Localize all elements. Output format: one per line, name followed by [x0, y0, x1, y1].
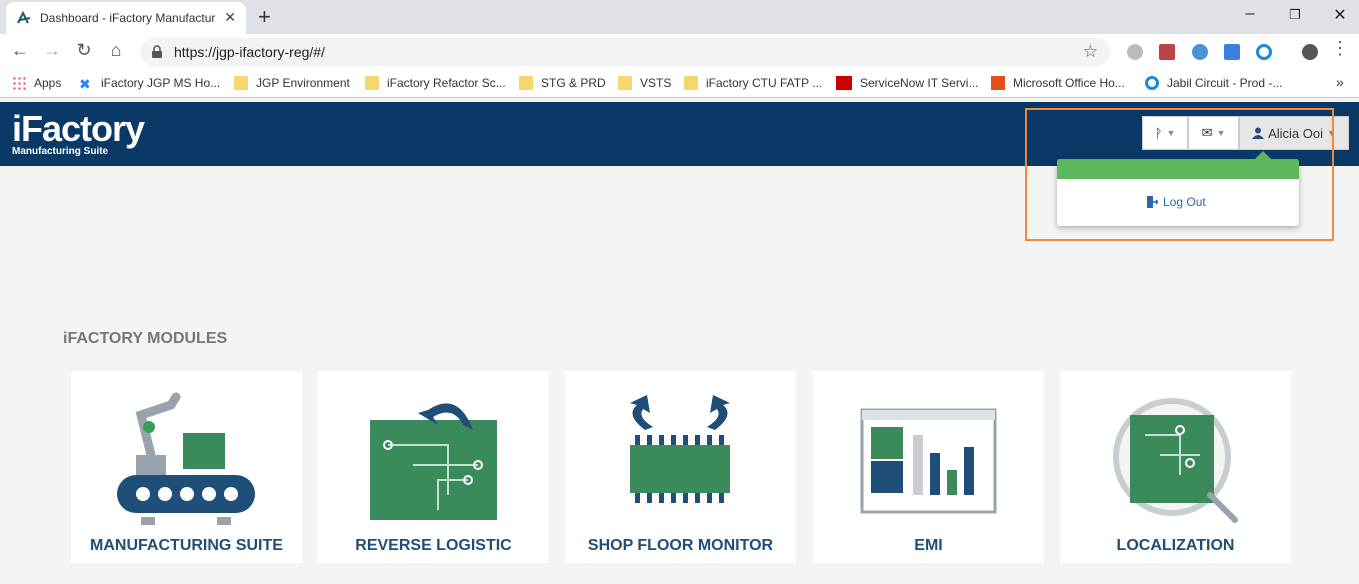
folder-icon: [365, 76, 379, 90]
bookmarks-bar: Apps ✖ iFactory JGP MS Ho... JGP Environ…: [0, 70, 1359, 98]
chip-arrows-icon: [630, 395, 730, 503]
ifactory-favicon-icon: [17, 10, 31, 24]
back-arrow-icon[interactable]: ←: [8, 40, 32, 61]
bookmark-star-icon[interactable]: ☆: [1083, 42, 1098, 62]
bookmark-apps[interactable]: Apps: [12, 76, 61, 90]
module-card-manufacturing-suite[interactable]: MANUFACTURING SUITE: [71, 371, 302, 563]
logo-main: iFactory: [12, 108, 145, 149]
bookmarks-overflow-icon[interactable]: »: [1336, 74, 1344, 90]
extension-pdf-icon[interactable]: [1159, 44, 1175, 60]
bookmark-label: Jabil Circuit - Prod -...: [1167, 76, 1283, 90]
close-window-icon[interactable]: ✕: [1330, 5, 1350, 25]
magnifier-board-icon: [1113, 398, 1238, 523]
bar-chart-window-icon: [860, 408, 997, 514]
extension-grey-icon[interactable]: [1127, 44, 1143, 60]
bookmark-servicenow[interactable]: ServiceNow IT Servi...: [836, 76, 978, 90]
extension-circle-icon[interactable]: [1256, 44, 1272, 60]
module-label: SHOP FLOOR MONITOR: [587, 537, 774, 554]
bookmark-label: STG & PRD: [541, 76, 606, 90]
browser-tab-strip: Dashboard - iFactory Manufactur ✕ + – ❐ …: [0, 0, 1359, 34]
apps-grid-icon: [12, 76, 26, 90]
ifactory-logo[interactable]: iFactory Manufacturing Suite: [12, 108, 145, 157]
bookmark-stg-prd[interactable]: STG & PRD: [519, 76, 606, 90]
bookmark-ifactory-ctu[interactable]: iFactory CTU FATP ...: [684, 76, 822, 90]
bookmark-jgp-environment[interactable]: JGP Environment: [234, 76, 350, 90]
minimize-icon[interactable]: –: [1240, 5, 1260, 23]
bookmark-label: Microsoft Office Ho...: [1013, 76, 1125, 90]
robot-arm-conveyor-icon: [117, 392, 255, 525]
url-text: https://jgp-ifactory-reg/#/: [174, 44, 325, 60]
folder-icon: [234, 76, 248, 90]
address-bar[interactable]: https://jgp-ifactory-reg/#/ ☆: [140, 38, 1110, 66]
lock-icon: [152, 45, 162, 58]
circle-icon: [1145, 76, 1159, 90]
bookmark-microsoft-office[interactable]: Microsoft Office Ho...: [991, 76, 1125, 90]
bookmark-label: iFactory Refactor Sc...: [387, 76, 506, 90]
servicenow-icon: [836, 76, 852, 90]
extension-translate-icon[interactable]: [1224, 44, 1240, 60]
bookmark-label: JGP Environment: [256, 76, 350, 90]
bookmark-ifactory-jgp[interactable]: ✖ iFactory JGP MS Ho...: [79, 76, 221, 92]
bookmark-label: iFactory CTU FATP ...: [706, 76, 823, 90]
office-icon: [991, 76, 1005, 90]
bookmark-ifactory-refactor[interactable]: iFactory Refactor Sc...: [365, 76, 506, 90]
reload-icon[interactable]: ↻: [72, 40, 96, 61]
bookmark-jabil-circuit[interactable]: Jabil Circuit - Prod -...: [1145, 76, 1282, 90]
modules-title: iFACTORY MODULES: [63, 330, 228, 347]
module-label: MANUFACTURING SUITE: [90, 537, 283, 554]
forward-arrow-icon[interactable]: →: [40, 40, 64, 61]
menu-kebab-icon[interactable]: ⋮: [1328, 38, 1352, 59]
home-icon[interactable]: ⌂: [104, 40, 128, 61]
module-label: REVERSE LOGISTIC: [355, 537, 512, 554]
module-label: LOCALIZATION: [1116, 537, 1235, 554]
confluence-icon: ✖: [79, 76, 91, 92]
module-label: EMI: [914, 537, 943, 554]
module-card-localization[interactable]: LOCALIZATION: [1060, 371, 1291, 563]
bookmark-label: ServiceNow IT Servi...: [860, 76, 979, 90]
bookmark-label: VSTS: [640, 76, 672, 90]
highlight-box: [1025, 108, 1334, 241]
tab-close-icon[interactable]: ✕: [224, 9, 236, 26]
extension-clock-icon[interactable]: [1192, 44, 1208, 60]
profile-avatar-icon[interactable]: [1302, 44, 1318, 60]
folder-icon: [618, 76, 632, 90]
restore-icon[interactable]: ❐: [1285, 7, 1305, 23]
module-card-shop-floor-monitor[interactable]: SHOP FLOOR MONITOR: [565, 371, 796, 563]
module-card-reverse-logistic[interactable]: REVERSE LOGISTIC: [318, 371, 549, 563]
folder-icon: [684, 76, 698, 90]
bookmark-label: iFactory JGP MS Ho...: [101, 76, 221, 90]
bookmark-vsts[interactable]: VSTS: [618, 76, 671, 90]
new-tab-icon[interactable]: +: [258, 4, 271, 30]
tab-title: Dashboard - iFactory Manufactur: [40, 11, 216, 25]
circuit-board-return-icon: [370, 403, 497, 520]
bookmark-label: Apps: [34, 76, 62, 90]
folder-icon: [519, 76, 533, 90]
module-card-emi[interactable]: EMI: [813, 371, 1044, 563]
browser-tab-dashboard[interactable]: Dashboard - iFactory Manufactur ✕: [6, 2, 246, 34]
browser-toolbar: ← → ↻ ⌂ https://jgp-ifactory-reg/#/ ☆ ⋮: [0, 34, 1359, 70]
